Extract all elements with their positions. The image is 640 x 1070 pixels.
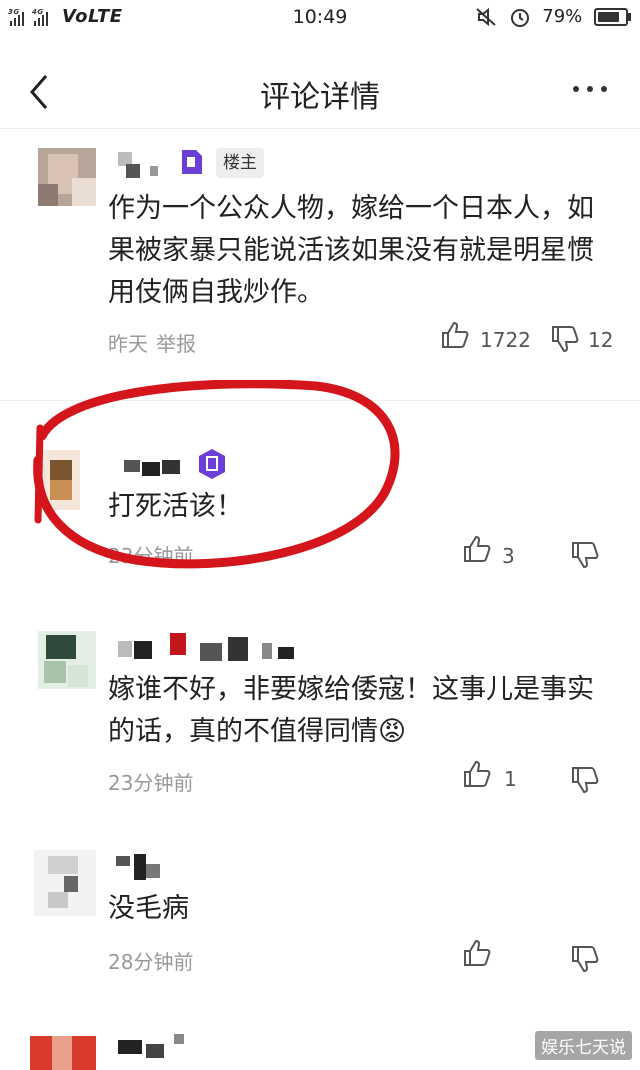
more-options-icon[interactable] [570,74,610,104]
thumbs-down-icon[interactable] [570,765,600,795]
thumbs-up-icon[interactable] [462,938,492,968]
comment-time: 23分钟前 [108,771,194,795]
thumbs-up-icon[interactable] [462,534,492,564]
battery-icon [594,8,631,26]
annotation-circle [33,380,400,569]
thumbs-down-icon[interactable] [570,540,600,570]
avatar[interactable] [38,631,96,689]
page-title: 评论详情 [260,80,380,115]
report-link[interactable]: 举报 [156,332,196,356]
username-pixelated[interactable] [112,1034,192,1068]
top-nav-bar: 评论详情 [0,54,640,129]
like-count: 1722 [480,328,531,352]
dislike-count: 12 [588,328,614,352]
thumbs-up-icon[interactable] [440,320,470,350]
comment-time: 昨天 [108,332,148,356]
comment-item: 没毛病 28分钟前 [0,848,640,998]
battery-percent: 79% [542,6,583,27]
username-pixelated[interactable] [112,852,172,886]
avatar[interactable] [30,1036,96,1070]
vip-level-icon [182,150,202,174]
comment-item: 嫁谁不好，非要嫁给倭寇！这事儿是事实的话，真的不值得同情😡 23分钟前 1 [0,625,640,825]
mute-icon [476,7,496,27]
comment-time: 28分钟前 [108,950,194,974]
comment-text: 作为一个公众人物，嫁给一个日本人，如果被家暴只能说活该如果没有就是明星惯用伎俩自… [108,193,594,308]
username-pixelated[interactable] [112,633,312,667]
like-count: 3 [502,544,515,568]
thumbs-down-icon[interactable] [570,944,600,974]
avatar[interactable] [34,850,96,916]
owner-badge: 楼主 [216,148,264,178]
status-bar: 3G 4G VoLTE 10:49 79% [0,0,640,36]
thumbs-up-icon[interactable] [462,759,492,789]
watermark: 娱乐七天说 [535,1031,632,1060]
alarm-icon [510,9,529,27]
comment-meta: 昨天 举报 [108,328,196,357]
status-right: 79% [475,6,631,28]
comment-text: 嫁谁不好，非要嫁给倭寇！这事儿是事实的话，真的不值得同情😡 [108,674,594,747]
comment-text: 没毛病 [108,893,189,924]
avatar[interactable] [38,148,96,206]
comment-item: 楼主 作为一个公众人物，嫁给一个日本人，如果被家暴只能说活该如果没有就是明星惯用… [0,140,640,400]
thumbs-down-icon[interactable] [550,324,580,354]
like-count: 1 [504,767,517,791]
